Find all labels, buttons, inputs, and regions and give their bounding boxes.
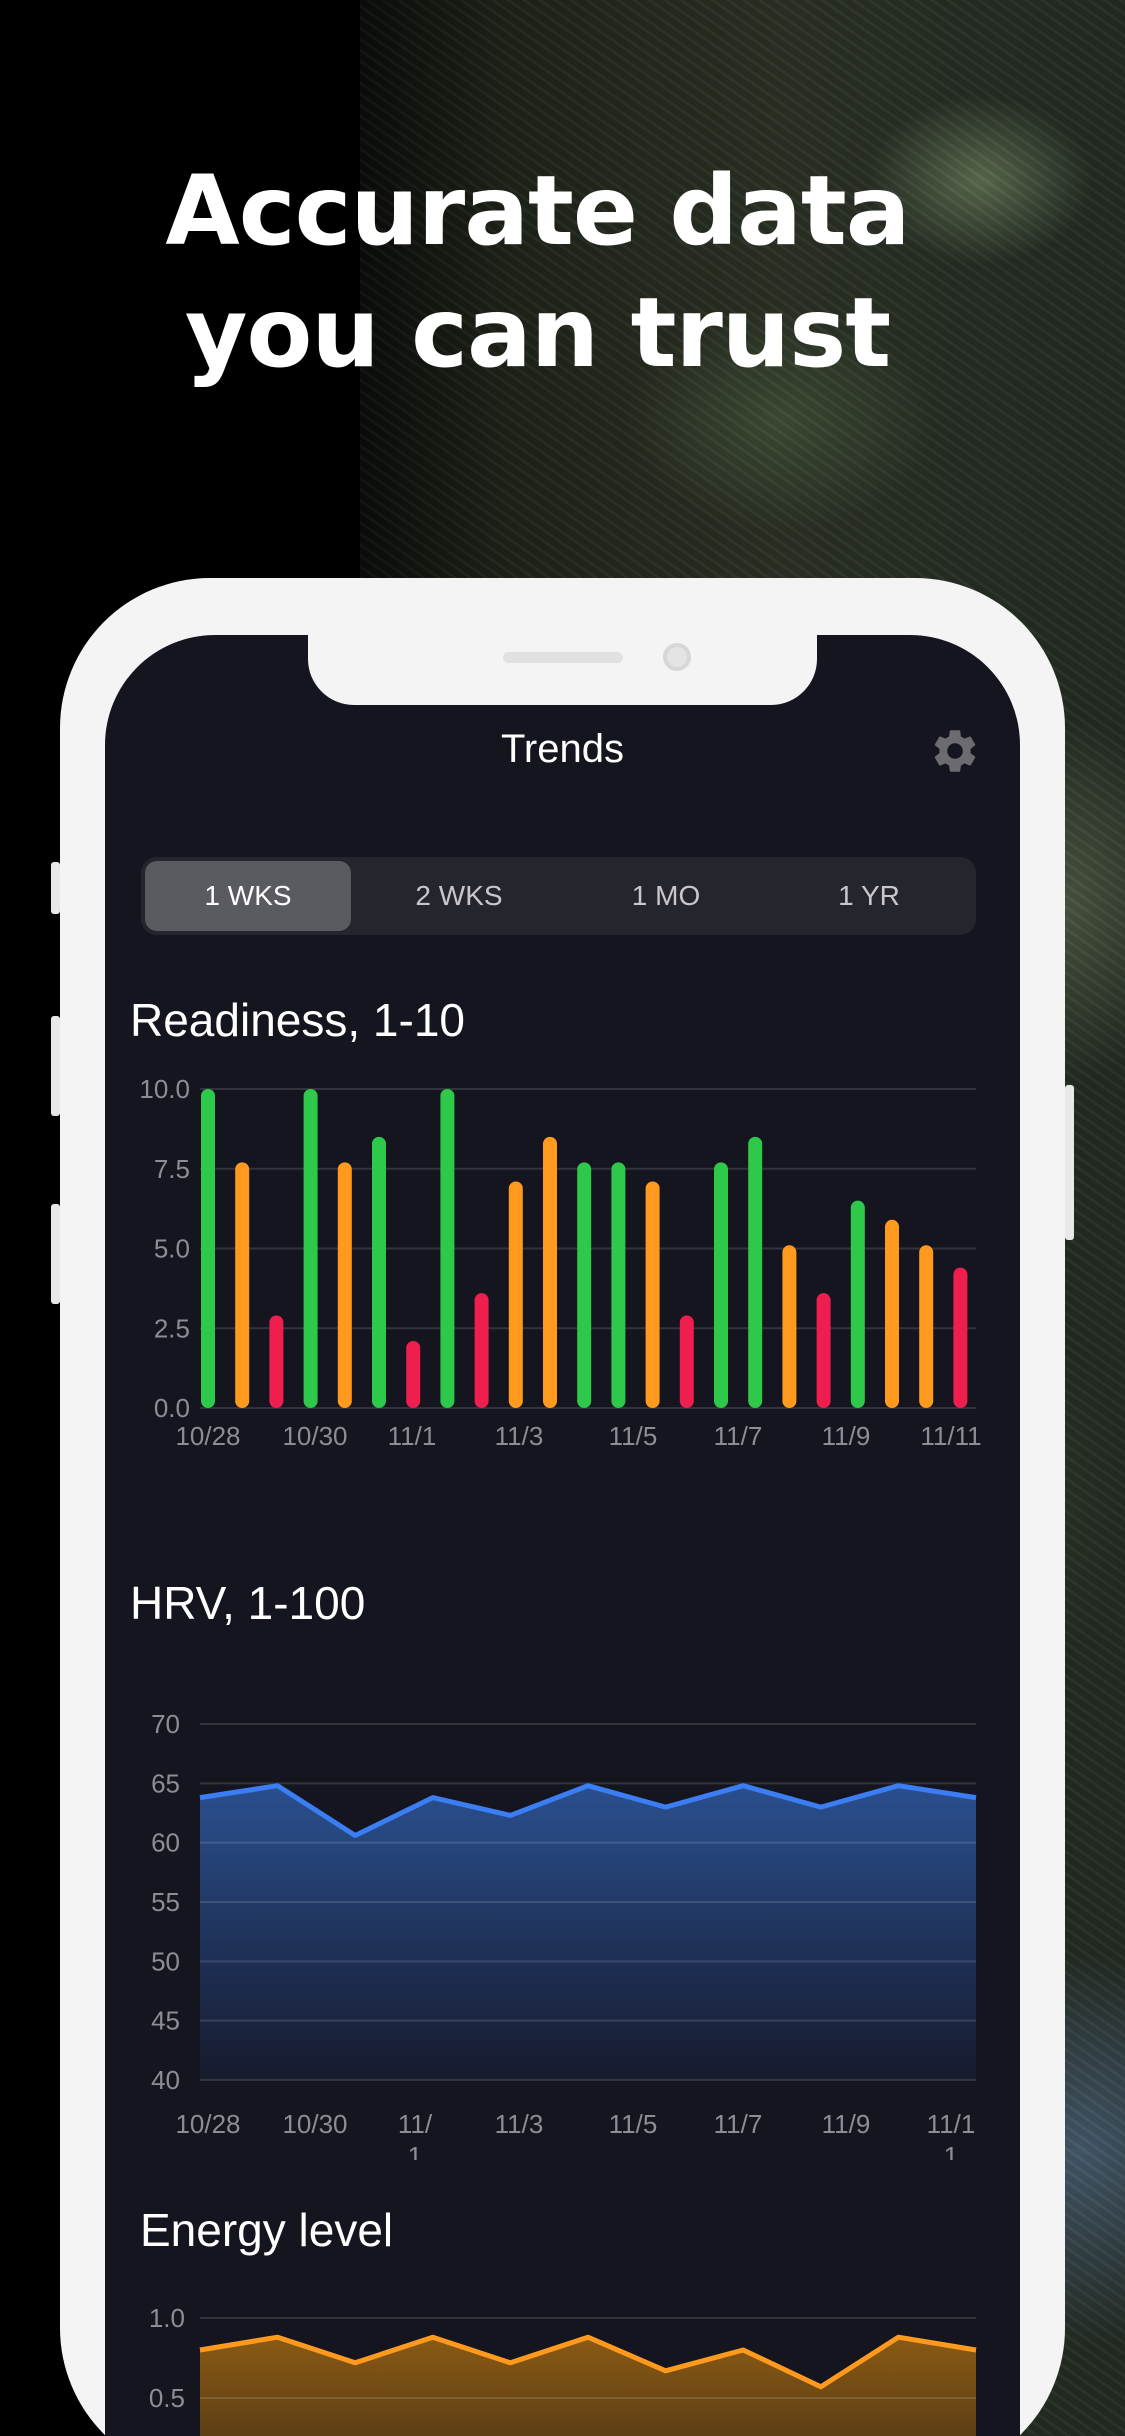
readiness-bar [679,1315,694,1408]
x-tick-label: 11/11 [927,2109,976,2160]
y-tick-label: 0.0 [154,1393,190,1423]
y-tick-label: 50 [151,1946,180,1976]
readiness-bar [577,1162,592,1408]
x-tick-label: 10/30 [282,1421,347,1451]
y-tick-label: 45 [151,2006,180,2036]
readiness-bar [543,1136,557,1408]
page-title: Trends [500,727,624,771]
tab-2-weeks[interactable]: 2 WKS [356,861,562,931]
readiness-bar [337,1162,352,1408]
x-tick-label: 11/3 [495,2109,544,2139]
readiness-bar [269,1315,284,1408]
energy-chart: 1.0 0.5 [105,2285,1020,2436]
x-tick-label: 11/3 [495,1421,544,1451]
y-tick-label: 0.5 [149,2383,185,2413]
speaker-grille [503,652,623,663]
readiness-bar [885,1219,899,1408]
readiness-bar [406,1341,421,1408]
readiness-bar [508,1181,523,1408]
x-tick-label: 10/28 [175,1421,240,1451]
y-tick-label: 5.0 [154,1234,190,1264]
x-tick-label: 10/28 [175,2109,240,2139]
hrv-title: HRV, 1-100 [130,1577,366,1629]
x-tick-label: 10/30 [282,2109,347,2139]
readiness-bar [645,1181,660,1408]
readiness-bar [850,1200,865,1408]
x-tick-label: 11/5 [609,2109,658,2139]
x-tick-label: 11/9 [822,1421,871,1451]
front-camera [663,643,691,671]
readiness-bar [816,1293,831,1408]
readiness-bar [714,1162,728,1408]
y-tick-label: 1.0 [149,2303,185,2333]
tab-1-month[interactable]: 1 MO [563,861,769,931]
x-tick-label: 11/9 [822,2109,871,2139]
phone-volume-up [51,1016,60,1116]
x-tick-label: 11/11 [920,1421,981,1451]
hrv-area [200,1785,976,2080]
readiness-bar [782,1245,797,1408]
readiness-bar [919,1245,934,1408]
readiness-bar [201,1089,215,1408]
x-tick-label: 11/7 [714,2109,763,2139]
phone-notch [308,635,817,705]
readiness-bar [303,1089,318,1408]
tab-1-week[interactable]: 1 WKS [145,861,351,931]
y-tick-label: 2.5 [154,1313,190,1343]
readiness-bar [440,1089,455,1408]
phone-volume-down [51,1204,60,1304]
energy-title: Energy level [140,2204,394,2256]
y-tick-label: 70 [151,1709,180,1739]
phone-mute-switch [51,862,60,914]
readiness-bar [372,1136,386,1408]
readiness-chart: 10.0 7.5 5.0 2.5 0.0 10/28 10/30 11/1 11/3 11/5 11… [105,1075,1020,1455]
y-tick-label: 60 [151,1828,180,1858]
app-screen: Trends 1 WKS 2 WKS 1 MO 1 YR Readiness, … [105,635,1020,2436]
hrv-chart: 70 65 60 55 50 45 40 10/28 10/30 11/1 11/3 11/5 11/7… [105,1660,1020,2160]
x-tick-label: 11/1 [388,1421,437,1451]
y-tick-label: 65 [151,1768,180,1798]
x-tick-label: 11/7 [714,1421,763,1451]
x-tick-label: 11/1 [398,2109,433,2160]
readiness-bar [235,1162,250,1408]
headline-line-1: Accurate data [165,155,910,267]
y-tick-label: 10.0 [139,1075,190,1104]
readiness-bar [953,1267,968,1408]
y-tick-label: 40 [151,2065,180,2095]
readiness-bar [474,1293,489,1408]
phone-power-button [1065,1085,1074,1240]
readiness-title: Readiness, 1-10 [130,994,465,1046]
headline: Accurate data you can trust [0,150,1075,394]
readiness-bar [748,1136,763,1408]
date-range-selector: 1 WKS 2 WKS 1 MO 1 YR [141,857,976,935]
x-tick-label: 11/5 [609,1421,658,1451]
gear-icon[interactable] [929,725,981,777]
y-tick-label: 7.5 [154,1154,190,1184]
headline-line-2: you can trust [184,277,891,389]
tab-1-year[interactable]: 1 YR [766,861,972,931]
readiness-bar [611,1162,626,1408]
y-tick-label: 55 [151,1887,180,1917]
